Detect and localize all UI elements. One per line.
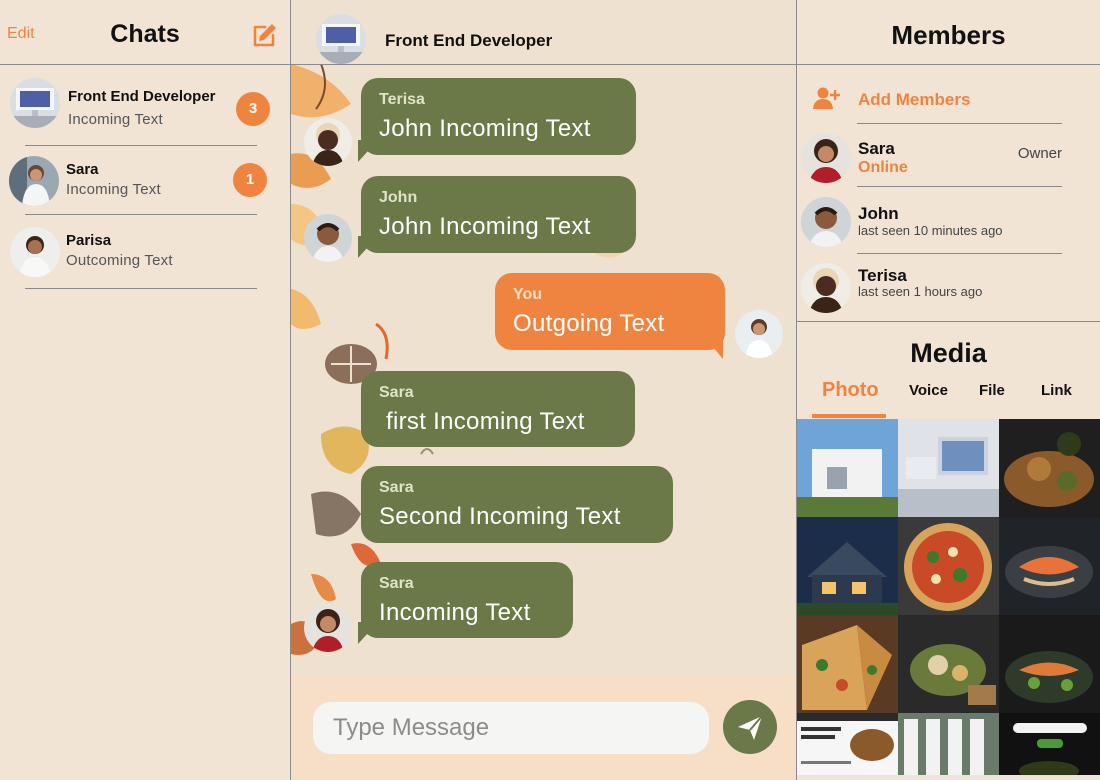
- members-title: Members: [891, 20, 1006, 50]
- members-header: Members: [797, 0, 1100, 65]
- tab-photo[interactable]: Photo: [822, 379, 879, 402]
- chats-title: Chats: [110, 20, 180, 48]
- member-status: Online: [858, 159, 908, 176]
- avatar: [9, 156, 59, 206]
- member-name: Terisa: [858, 266, 907, 285]
- chats-header: Edit Chats: [0, 0, 290, 65]
- member-name: Sara: [858, 139, 895, 158]
- avatar: [10, 227, 60, 277]
- photo-thumbnail[interactable]: [999, 419, 1100, 517]
- photo-thumbnail[interactable]: [999, 713, 1100, 775]
- message-input[interactable]: [313, 702, 709, 754]
- message-bubble[interactable]: Sara Second Incoming Text: [361, 466, 673, 543]
- photo-thumbnail[interactable]: [898, 713, 999, 775]
- member-row-sara[interactable]: Sara Online Owner: [797, 124, 1100, 187]
- message-sender: John: [379, 189, 418, 206]
- unread-badge: 1: [233, 163, 267, 197]
- conversation-header: Front End Developer: [291, 0, 796, 65]
- media-title: Media: [910, 338, 987, 368]
- bubble-tail: [703, 335, 723, 359]
- active-tab-indicator: [812, 414, 886, 418]
- photo-thumbnail[interactable]: [797, 615, 898, 713]
- message-text: first Incoming Text: [386, 408, 585, 435]
- message-text: John Incoming Text: [379, 213, 591, 240]
- chats-panel: Edit Chats Front End Developer Incoming …: [0, 0, 291, 780]
- chat-preview: Incoming Text: [68, 111, 163, 128]
- message-composer: [291, 676, 796, 780]
- message-sender: Sara: [379, 479, 414, 496]
- photo-thumbnail[interactable]: [999, 517, 1100, 615]
- message-bubble[interactable]: Terisa John Incoming Text: [361, 78, 636, 155]
- conversation-panel: Front End Developer Terisa John Incoming…: [291, 0, 797, 780]
- photo-thumbnail[interactable]: [797, 419, 898, 517]
- member-row-john[interactable]: John last seen 10 minutes ago: [797, 187, 1100, 254]
- message-bubble[interactable]: John John Incoming Text: [361, 176, 636, 253]
- member-role: Owner: [1017, 145, 1062, 162]
- conversation-title: Front End Developer: [385, 31, 553, 50]
- message-text: Outgoing Text: [513, 310, 665, 337]
- message-sender: Sara: [379, 575, 414, 592]
- sender-avatar-john[interactable]: [304, 214, 352, 262]
- tab-link[interactable]: Link: [1041, 382, 1072, 399]
- message-text: John Incoming Text: [379, 115, 591, 142]
- photo-thumbnail[interactable]: [898, 419, 999, 517]
- tab-voice[interactable]: Voice: [909, 382, 948, 399]
- send-icon: [738, 715, 763, 740]
- tab-file[interactable]: File: [979, 382, 1005, 399]
- add-members-label: Add Members: [858, 90, 971, 109]
- photo-thumbnail[interactable]: [898, 517, 999, 615]
- photo-thumbnail[interactable]: [797, 713, 898, 775]
- sender-avatar-terisa[interactable]: [304, 118, 352, 166]
- chat-name: Front End Developer: [68, 88, 216, 105]
- chat-preview: Outcoming Text: [66, 252, 173, 269]
- send-button[interactable]: [723, 700, 777, 754]
- message-bubble[interactable]: Sara Incoming Text: [361, 562, 573, 638]
- media-section: Media Photo Voice File Link: [797, 321, 1100, 775]
- message-text: Second Incoming Text: [379, 503, 621, 530]
- message-sender: You: [513, 286, 543, 303]
- photo-thumbnail[interactable]: [999, 615, 1100, 713]
- message-bubble[interactable]: Sara first Incoming Text: [361, 371, 635, 447]
- add-members-button[interactable]: Add Members: [797, 78, 1100, 124]
- add-user-icon: [813, 87, 840, 109]
- avatar: [10, 78, 60, 128]
- group-avatar[interactable]: [316, 14, 366, 64]
- avatar: [801, 263, 851, 313]
- chat-item-parisa[interactable]: Parisa Outcoming Text: [0, 215, 290, 289]
- chat-item-sara[interactable]: Sara Incoming Text 1: [0, 146, 290, 215]
- chat-item-front-end-developer[interactable]: Front End Developer Incoming Text 3: [0, 71, 290, 146]
- sender-avatar-sara[interactable]: [304, 604, 352, 652]
- member-status: last seen 10 minutes ago: [858, 223, 1003, 238]
- photo-thumbnail[interactable]: [898, 615, 999, 713]
- divider: [25, 288, 257, 289]
- details-panel: Members Add Members Sara Online Owner Jo…: [797, 0, 1100, 780]
- member-row-terisa[interactable]: Terisa last seen 1 hours ago: [797, 254, 1100, 321]
- member-name: John: [858, 204, 899, 223]
- message-sender: Sara: [379, 384, 414, 401]
- chat-name: Parisa: [66, 232, 112, 249]
- message-bubble-outgoing[interactable]: You Outgoing Text: [495, 273, 725, 350]
- avatar: [801, 133, 851, 183]
- message-sender: Terisa: [379, 91, 425, 108]
- chat-name: Sara: [66, 161, 99, 178]
- member-status: last seen 1 hours ago: [858, 284, 983, 299]
- avatar: [801, 197, 851, 247]
- unread-badge: 3: [236, 92, 270, 126]
- chat-preview: Incoming Text: [66, 181, 161, 198]
- compose-icon[interactable]: [252, 22, 278, 48]
- message-text: Incoming Text: [379, 599, 531, 626]
- my-avatar[interactable]: [735, 310, 783, 358]
- photo-thumbnail[interactable]: [797, 517, 898, 615]
